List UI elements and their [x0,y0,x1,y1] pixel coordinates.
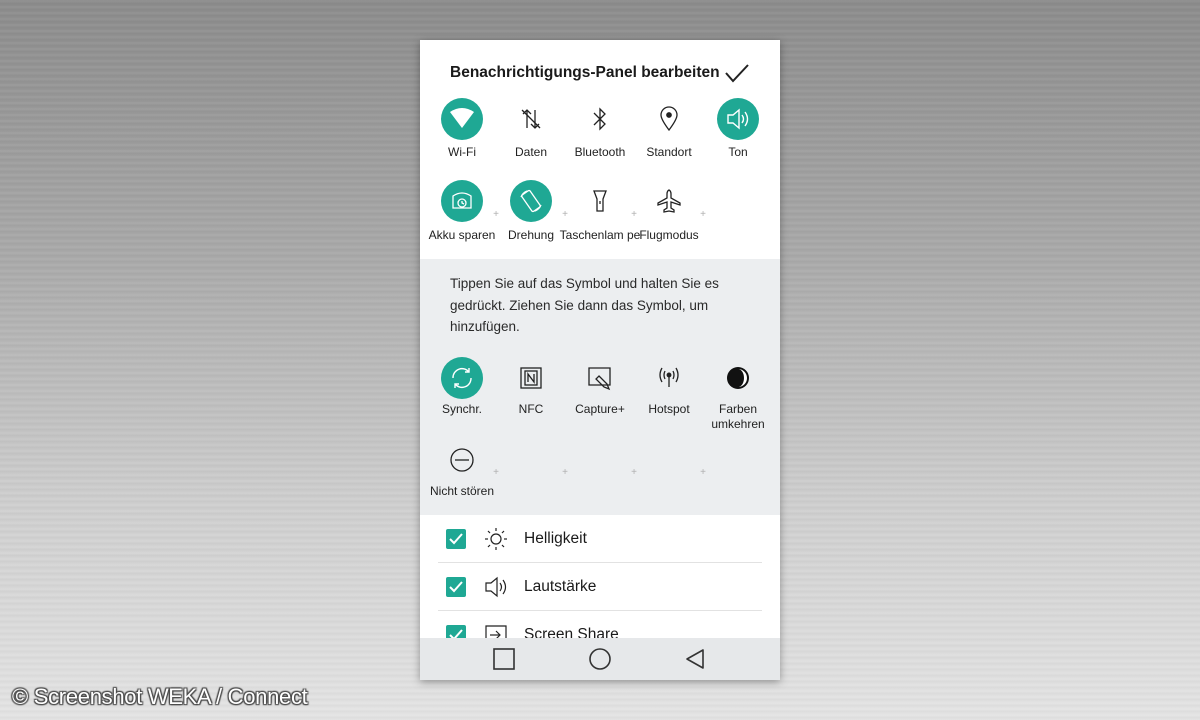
speaker-icon [717,98,759,140]
slider-options-list: Helligkeit Lautstärke Screen Share [420,515,780,645]
volume-icon [485,576,507,598]
hotspot-icon [648,357,690,399]
invert-colors-icon [717,357,759,399]
phone-screen: Benachrichtigungs-Panel bearbeiten Wi-Fi… [420,40,780,680]
capture-plus-icon [579,357,621,399]
list-item-lautstaerke[interactable]: Lautstärke [438,563,762,611]
rotation-icon [510,180,552,222]
active-tiles-grid: Wi-Fi Daten Bluetooth Standort Ton + + +… [420,98,780,259]
sync-icon [441,357,483,399]
recent-apps-icon[interactable] [492,647,516,671]
navigation-bar [420,638,780,680]
insert-marker: + [562,209,568,220]
checkbox-checked[interactable] [446,529,466,549]
insert-marker: + [631,467,637,478]
flashlight-icon [579,180,621,222]
battery-saver-icon [441,180,483,222]
back-icon[interactable] [683,647,707,671]
checkbox-checked[interactable] [446,577,466,597]
insert-marker: + [493,209,499,220]
drag-hint-text: Tippen Sie auf das Symbol und halten Sie… [450,276,719,334]
insert-marker: + [631,209,637,220]
tile-label: Ton [728,145,748,159]
available-tiles-section: Tippen Sie auf das Symbol und halten Sie… [420,259,780,515]
wifi-icon [441,98,483,140]
tile-label: Flugmodus [639,228,699,242]
list-item-label: Lautstärke [524,578,597,595]
page-title: Benachrichtigungs-Panel bearbeiten [450,64,720,81]
copyright-watermark: © Screenshot WEKA / Connect [12,684,308,709]
mobile-data-icon [510,98,552,140]
home-icon[interactable] [588,647,612,671]
brightness-icon [485,528,507,550]
nfc-icon [510,357,552,399]
insert-marker: + [700,467,706,478]
tile-label: Farben umkehren [711,402,765,431]
tile-label: Nicht stören [429,484,495,498]
location-pin-icon [648,98,690,140]
list-item-helligkeit[interactable]: Helligkeit [438,515,762,563]
do-not-disturb-icon [441,439,483,481]
insert-marker: + [493,467,499,478]
insert-marker: + [562,467,568,478]
panel-header: Benachrichtigungs-Panel bearbeiten [420,40,780,104]
bluetooth-icon [579,98,621,140]
list-item-label: Helligkeit [524,530,587,547]
insert-marker: + [700,209,706,220]
confirm-check-icon[interactable] [724,60,750,86]
airplane-icon [648,180,690,222]
